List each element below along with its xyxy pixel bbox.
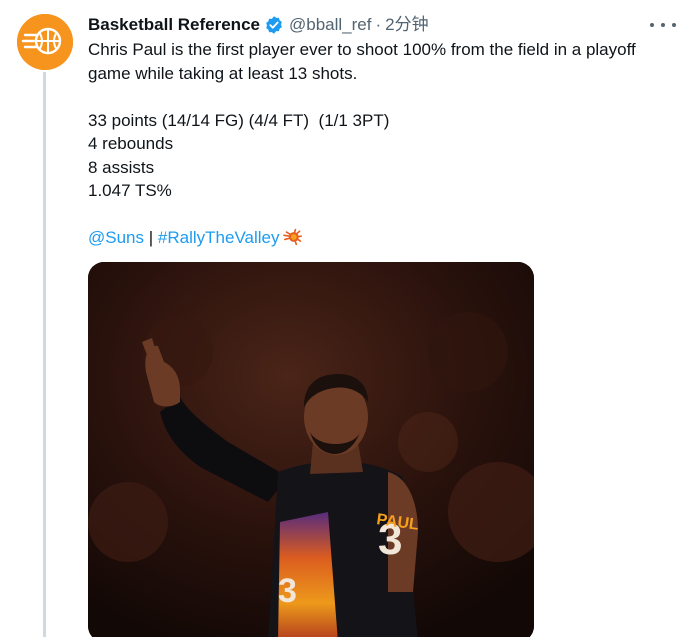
more-dot	[672, 23, 676, 27]
tag-divider: |	[148, 228, 154, 247]
header-separator: ·	[375, 15, 382, 34]
hashtag-link[interactable]: #RallyTheValley	[158, 228, 280, 247]
stat-line-assists: 8 assists	[88, 157, 155, 177]
mention-link[interactable]: @Suns	[88, 228, 144, 247]
tweet-tags: @Suns | #RallyTheValley	[88, 226, 673, 250]
jersey-number-front: 3	[278, 572, 297, 610]
avatar[interactable]	[17, 14, 73, 70]
stat-line-ts: 1.047 TS%	[88, 181, 172, 200]
basketball-reference-logo-icon	[17, 14, 73, 70]
thread-line	[43, 72, 46, 637]
author-handle[interactable]: @bball_ref	[289, 14, 371, 36]
tweet-timestamp[interactable]: 2分钟	[385, 14, 428, 36]
tweet[interactable]: Basketball Reference @bball_ref · 2分钟 Ch…	[0, 0, 690, 637]
more-dot	[661, 23, 665, 27]
chris-paul-photo: 3 PAUL 3	[88, 262, 534, 637]
verified-badge-icon	[266, 16, 282, 34]
suns-logo-emoji-icon	[283, 228, 303, 246]
tweet-text: Chris Paul is the first player ever to s…	[88, 38, 673, 250]
more-options-icon[interactable]	[650, 16, 676, 34]
stat-line-points: 33 points (14/14 FG) (4/4 FT) (1/1 3PT)	[88, 110, 390, 130]
tweet-header: Basketball Reference @bball_ref · 2分钟	[88, 14, 429, 36]
more-dot	[650, 23, 654, 27]
tweet-headline: Chris Paul is the first player ever to s…	[88, 40, 636, 83]
author-display-name[interactable]: Basketball Reference	[88, 14, 260, 36]
tweet-photo[interactable]: 3 PAUL 3	[88, 262, 534, 637]
stat-line-rebounds: 4 rebounds	[88, 134, 174, 153]
